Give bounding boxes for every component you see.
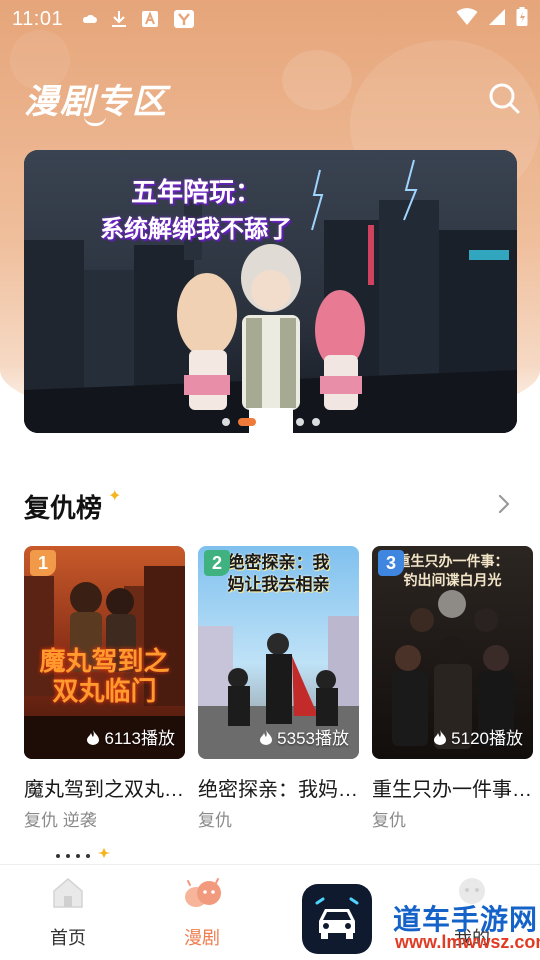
- rank-badge: 3: [378, 550, 404, 576]
- banner-title: 五年陪玩： 系统解绑我不舔了: [86, 172, 306, 244]
- carousel-dot[interactable]: [264, 418, 272, 426]
- rank-badge: 1: [30, 550, 56, 576]
- drama-cover[interactable]: 重生只办一件事：钓出间谍白月光 3 5120播放: [372, 546, 533, 759]
- drama-tags: 复仇: [372, 811, 406, 830]
- nav-home[interactable]: 首页: [28, 875, 108, 950]
- home-icon: [53, 878, 83, 908]
- section-more-button[interactable]: [494, 492, 514, 516]
- wifi-icon: [456, 7, 478, 31]
- app-a-icon: [141, 10, 159, 28]
- drama-card[interactable]: 魔丸驾到之双丸临门 1 6113播放 魔丸驾到之双丸临门 复仇 逆袭: [24, 546, 188, 831]
- flame-icon: [87, 729, 100, 745]
- play-count-text: 5120播放: [451, 729, 523, 748]
- car-icon: [315, 897, 359, 939]
- banner-title-line1: 五年陪玩：: [130, 177, 261, 207]
- search-button[interactable]: [486, 80, 522, 116]
- drama-tags: 复仇: [198, 811, 232, 830]
- carousel-dot-active[interactable]: [238, 418, 256, 426]
- carousel-dot[interactable]: [312, 418, 320, 426]
- next-section-peek: [56, 848, 110, 858]
- nav-drama-label: 漫剧: [184, 928, 220, 948]
- carousel-indicator: [222, 418, 320, 426]
- flame-icon: [260, 729, 273, 745]
- drama-card[interactable]: 重生只办一件事：钓出间谍白月光 3 5120播放 重生只办一件事：钓出间谍白月光…: [372, 546, 536, 831]
- rank-badge: 2: [204, 550, 230, 576]
- play-count-text: 6113播放: [104, 729, 175, 748]
- decor-bubble: [282, 50, 352, 110]
- search-icon: [489, 83, 520, 114]
- drama-title[interactable]: 重生只办一件事：钓出间谍白月光: [372, 773, 536, 802]
- banner-title-line2: 系统解绑我不舔了: [100, 216, 292, 243]
- play-count: 5353播放: [259, 724, 349, 749]
- download-icon: [111, 10, 127, 28]
- nav-home-label: 首页: [50, 928, 86, 948]
- play-count: 6113播放: [86, 724, 175, 749]
- app-y-icon: [173, 9, 195, 29]
- carousel-dot[interactable]: [296, 418, 304, 426]
- car-app-logo: [302, 884, 372, 954]
- nav-drama[interactable]: 漫剧: [162, 875, 242, 950]
- play-count-text: 5353播放: [277, 729, 349, 748]
- sparkle-icon: ✦: [108, 488, 122, 505]
- status-bar: 11:01: [0, 0, 540, 38]
- section-title: 复仇榜: [24, 493, 103, 523]
- cover-title-art: 魔丸驾到之双丸临门: [39, 646, 170, 706]
- drama-cover[interactable]: 绝密探亲：我妈让我去相亲 2 5353播放: [198, 546, 359, 759]
- carousel-dot[interactable]: [280, 418, 288, 426]
- watermark: 道车手游网 www.lmwwsz.com: [393, 898, 540, 956]
- watermark-line2: www.lmwwsz.com: [395, 932, 540, 952]
- play-count: 5120播放: [433, 724, 523, 749]
- signal-icon: [488, 8, 506, 31]
- chevron-right-icon: [498, 494, 510, 514]
- cloud-icon: [83, 13, 98, 25]
- drama-card[interactable]: 绝密探亲：我妈让我去相亲 2 5353播放 绝密探亲：我妈让我去相亲 复仇: [198, 546, 362, 831]
- drama-icon: [185, 878, 221, 907]
- drama-title[interactable]: 绝密探亲：我妈让我去相亲: [198, 773, 362, 802]
- battery-icon: [516, 6, 528, 32]
- drama-title[interactable]: 魔丸驾到之双丸临门: [24, 773, 188, 802]
- carousel-dot[interactable]: [222, 418, 230, 426]
- drama-cover[interactable]: 魔丸驾到之双丸临门 1 6113播放: [24, 546, 185, 759]
- banner-carousel[interactable]: 五年陪玩： 系统解绑我不舔了: [24, 150, 517, 433]
- status-time: 11:01: [12, 7, 64, 30]
- flame-icon: [434, 729, 447, 745]
- drama-tags: 复仇 逆袭: [24, 811, 97, 830]
